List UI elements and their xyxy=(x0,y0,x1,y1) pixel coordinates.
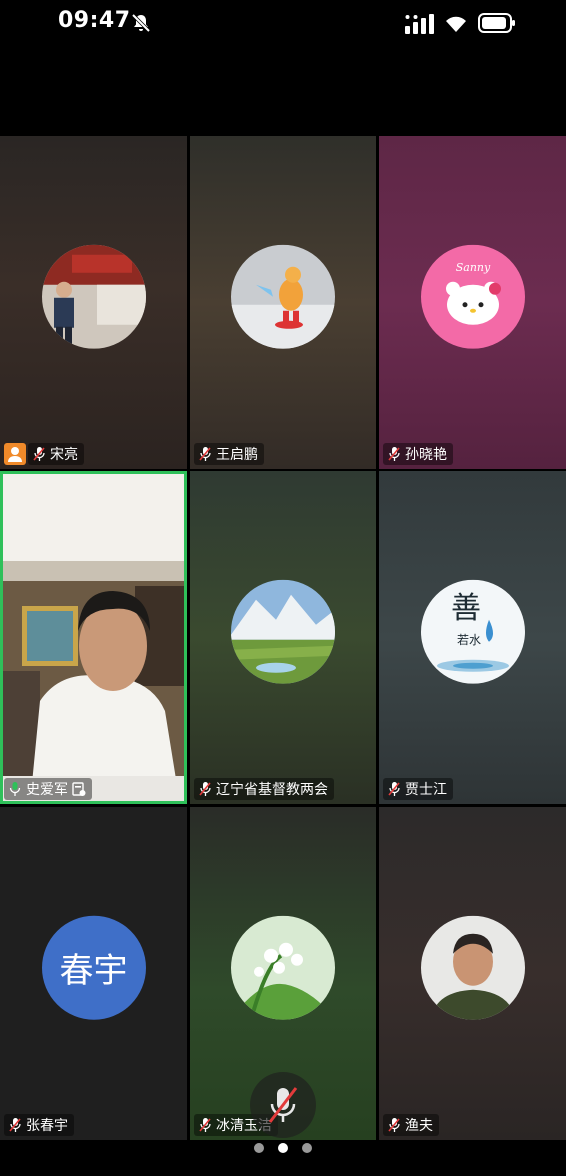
participant-avatar: 春宇 xyxy=(41,915,146,1020)
mic-muted-icon xyxy=(33,447,45,461)
video-feed xyxy=(0,471,187,804)
mic-muted-icon xyxy=(199,782,211,796)
participant-name: 渔夫 xyxy=(405,1118,433,1134)
page-dot[interactable] xyxy=(302,1143,312,1153)
screen-share-icon xyxy=(72,782,86,796)
participant-avatar xyxy=(420,915,525,1020)
participant-name-tag: 王启鹏 xyxy=(194,443,264,465)
participant-avatar xyxy=(41,244,146,349)
mute-button[interactable] xyxy=(250,1072,316,1138)
avatar-art-text: 善 xyxy=(451,590,481,625)
participant-tile[interactable]: Sanny 孙晓艳 xyxy=(379,136,566,469)
participant-name-tag: 宋亮 xyxy=(28,443,84,465)
participant-tile[interactable]: 王启鹏 xyxy=(190,136,376,469)
participant-tile[interactable]: 春宇 张春宇 xyxy=(0,807,187,1140)
participant-name-tag: 辽宁省基督教两会 xyxy=(194,778,334,800)
mic-muted-icon xyxy=(388,1118,400,1132)
participant-avatar xyxy=(231,244,335,349)
participant-name: 宋亮 xyxy=(50,447,78,463)
participant-tile[interactable]: 史爱军 xyxy=(0,471,187,804)
bell-muted-icon xyxy=(131,13,151,33)
participant-avatar xyxy=(231,579,335,684)
mic-muted-icon xyxy=(199,1118,211,1132)
participant-name-tag: 史爱军 xyxy=(4,778,92,800)
participant-avatar: 善 若水 xyxy=(420,579,525,684)
participant-name-tag: 孙晓艳 xyxy=(383,443,453,465)
participant-avatar xyxy=(231,915,335,1020)
participant-name: 王启鹏 xyxy=(216,447,258,463)
participant-name: 贾士江 xyxy=(405,782,447,798)
participant-name: 史爱军 xyxy=(26,782,68,798)
participant-tile[interactable]: 辽宁省基督教两会 xyxy=(190,471,376,804)
battery-icon xyxy=(478,13,515,33)
participant-grid: 宋亮 王启鹏 Sanny 孙晓艳 史爱军 辽宁省基督教两会 善 若水 贾士江 春… xyxy=(0,136,566,1140)
participant-name: 辽宁省基督教两会 xyxy=(216,782,328,798)
mic-muted-icon xyxy=(388,782,400,796)
host-badge-icon xyxy=(4,443,26,465)
mic-muted-icon xyxy=(388,447,400,461)
mic-muted-icon xyxy=(9,1118,21,1132)
avatar-initials: 春宇 xyxy=(59,950,128,991)
participant-name-tag: 贾士江 xyxy=(383,778,453,800)
status-time: 09:47 xyxy=(58,8,131,33)
mic-muted-icon xyxy=(268,1087,298,1123)
participant-avatar: Sanny xyxy=(420,244,525,349)
page-dot-current[interactable] xyxy=(278,1143,288,1153)
mic-active-icon xyxy=(9,782,21,796)
avatar-art-text: Sanny xyxy=(455,260,490,273)
page-dot[interactable] xyxy=(254,1143,264,1153)
participant-name-tag: 渔夫 xyxy=(383,1114,439,1136)
participant-name: 孙晓艳 xyxy=(405,447,447,463)
participant-tile[interactable]: 宋亮 xyxy=(0,136,187,469)
participant-tile[interactable]: 渔夫 xyxy=(379,807,566,1140)
cellular-signal-icon xyxy=(405,14,434,34)
status-bar: 09:47 xyxy=(0,0,566,48)
participant-tile[interactable]: 善 若水 贾士江 xyxy=(379,471,566,804)
participant-name-tag: 张春宇 xyxy=(4,1114,74,1136)
avatar-art-text: 若水 xyxy=(457,632,481,646)
wifi-icon xyxy=(446,16,466,32)
participant-name: 张春宇 xyxy=(26,1118,68,1134)
mic-muted-icon xyxy=(199,447,211,461)
